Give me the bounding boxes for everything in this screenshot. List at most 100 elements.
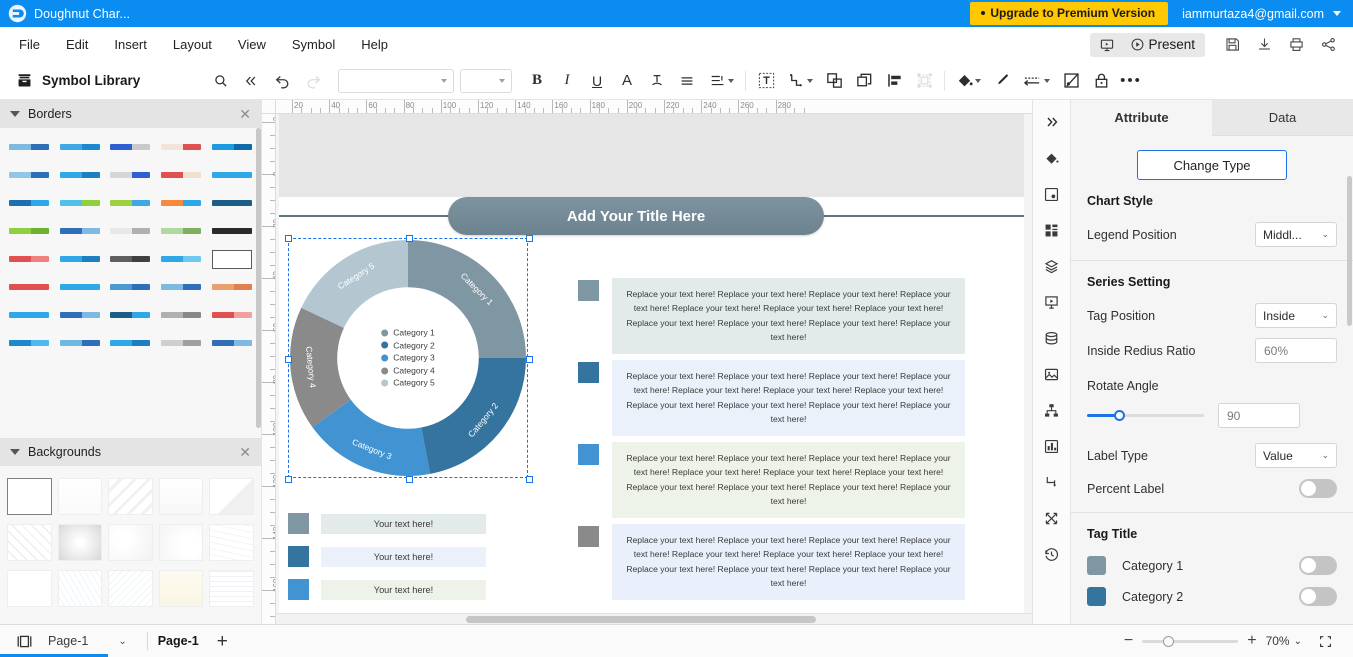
line-color-button[interactable] (986, 67, 1016, 95)
text-block-swatch[interactable] (578, 280, 599, 301)
change-type-button[interactable]: Change Type (1137, 150, 1287, 180)
symbol-thumbnail[interactable] (57, 136, 104, 158)
symbol-thumbnail[interactable] (158, 304, 205, 326)
symbol-thumbnail[interactable] (57, 276, 104, 298)
close-icon[interactable]: ✕ (239, 445, 251, 459)
slider-knob[interactable] (1114, 410, 1125, 421)
symbol-thumbnail[interactable] (57, 332, 104, 354)
selection-frame[interactable] (285, 235, 533, 483)
group-button[interactable] (909, 67, 939, 95)
resize-handle-sw[interactable] (285, 476, 292, 483)
panel-scrollbar[interactable] (1347, 176, 1352, 326)
symbol-thumbnail[interactable] (107, 276, 154, 298)
fill-tool-button[interactable] (1037, 144, 1067, 172)
text-block-body[interactable]: Replace your text here! Replace your tex… (612, 442, 965, 518)
zoom-in-button[interactable]: + (1247, 633, 1256, 649)
symbol-thumbnail[interactable] (107, 332, 154, 354)
history-button[interactable] (1037, 540, 1067, 568)
fill-color-button[interactable] (950, 67, 986, 95)
symbol-thumbnail[interactable] (208, 248, 255, 270)
page-selector[interactable]: Page-1 ⌄ (38, 634, 137, 648)
zoom-slider[interactable] (1142, 635, 1239, 647)
symbol-thumbnail[interactable] (158, 164, 205, 186)
menu-item-insert[interactable]: Insert (101, 32, 160, 57)
text-block-body[interactable]: Replace your text here! Replace your tex… (612, 524, 965, 600)
small-row-text[interactable]: Your text here! (321, 579, 486, 600)
small-row-swatch[interactable] (288, 546, 309, 567)
symbol-thumbnail[interactable] (6, 192, 53, 214)
fullscreen-button[interactable] (1311, 628, 1339, 654)
background-thumbnail[interactable] (108, 570, 153, 607)
org-chart-button[interactable] (1037, 396, 1067, 424)
symbol-thumbnail[interactable] (158, 248, 205, 270)
close-icon[interactable]: ✕ (239, 107, 251, 121)
background-thumbnail[interactable] (108, 478, 153, 515)
horizontal-scrollbar[interactable] (276, 613, 1032, 624)
resize-handle-ne[interactable] (526, 235, 533, 242)
chart-button[interactable] (1037, 432, 1067, 460)
text-block-swatch[interactable] (578, 362, 599, 383)
symbol-thumbnail[interactable] (208, 332, 255, 354)
background-thumbnail[interactable] (7, 524, 52, 561)
zoom-out-button[interactable]: − (1124, 633, 1133, 649)
small-row-text[interactable]: Your text here! (321, 513, 486, 534)
resize-handle-se[interactable] (526, 476, 533, 483)
align-objects-button[interactable] (819, 67, 849, 95)
shuffle-button[interactable] (1037, 504, 1067, 532)
background-thumbnail[interactable] (158, 524, 204, 561)
page-viewport[interactable]: Add Your Title Here Category 1 Category 2… (276, 114, 1032, 624)
symbol-thumbnail[interactable] (6, 248, 53, 270)
tag-title-toggle-2[interactable] (1299, 587, 1337, 606)
connector-tool-button[interactable] (1037, 468, 1067, 496)
italic-button[interactable]: I (552, 67, 582, 95)
collapse-panel-icon[interactable] (242, 73, 258, 89)
font-family-select[interactable] (338, 68, 454, 93)
tab-data[interactable]: Data (1212, 100, 1353, 136)
inside-radius-input[interactable]: 60% (1255, 338, 1337, 363)
background-thumbnail[interactable] (158, 570, 204, 607)
symbol-thumbnail[interactable] (107, 304, 154, 326)
add-page-button[interactable]: + (217, 632, 228, 651)
sidebar-scrollbar[interactable] (256, 128, 261, 428)
menu-item-help[interactable]: Help (348, 32, 401, 57)
presentation-view-button[interactable] (1090, 33, 1124, 57)
connector-button[interactable] (781, 67, 819, 95)
symbol-thumbnail[interactable] (6, 304, 53, 326)
section-header-borders[interactable]: Borders ✕ (0, 100, 261, 128)
text-block-body[interactable]: Replace your text here! Replace your tex… (612, 278, 965, 354)
menu-item-view[interactable]: View (225, 32, 279, 57)
background-thumbnail[interactable] (7, 478, 52, 515)
font-size-select[interactable] (460, 68, 512, 93)
small-row-swatch[interactable] (288, 513, 309, 534)
symbol-thumbnail[interactable] (208, 164, 255, 186)
text-block[interactable]: Replace your text here! Replace your tex… (578, 360, 965, 436)
symbol-thumbnail[interactable] (158, 276, 205, 298)
data-source-button[interactable] (1037, 324, 1067, 352)
text-box-button[interactable] (751, 67, 781, 95)
legend-position-select[interactable]: Middl... ⌄ (1255, 222, 1337, 247)
symbol-thumbnail[interactable] (208, 136, 255, 158)
symbol-thumbnail[interactable] (57, 164, 104, 186)
tag-title-toggle-1[interactable] (1299, 556, 1337, 575)
zoom-level-select[interactable]: 70% ⌄ (1266, 634, 1302, 648)
small-row-text[interactable]: Your text here! (321, 546, 486, 567)
more-options-button[interactable]: ••• (1116, 67, 1146, 95)
menu-item-layout[interactable]: Layout (160, 32, 225, 57)
line-spacing-button[interactable] (702, 67, 740, 95)
page-setup-button[interactable] (1037, 180, 1067, 208)
symbol-thumbnail[interactable] (158, 220, 205, 242)
upgrade-premium-button[interactable]: Upgrade to Premium Version (970, 2, 1169, 25)
horizontal-scrollbar-thumb[interactable] (466, 616, 816, 623)
text-block-swatch[interactable] (578, 526, 599, 547)
underline-button[interactable]: U (582, 67, 612, 95)
symbol-thumbnail[interactable] (107, 164, 154, 186)
page-tab-1[interactable]: Page-1 (158, 634, 199, 648)
expand-panel-button[interactable] (1037, 108, 1067, 136)
account-menu[interactable]: iammurtaza4@gmail.com (1182, 7, 1341, 21)
symbol-thumbnail[interactable] (107, 136, 154, 158)
theme-button[interactable] (1056, 67, 1086, 95)
line-style-button[interactable] (1016, 67, 1056, 95)
symbol-thumbnail[interactable] (158, 192, 205, 214)
distribute-button[interactable] (879, 67, 909, 95)
small-text-row[interactable]: Your text here! (288, 546, 486, 567)
